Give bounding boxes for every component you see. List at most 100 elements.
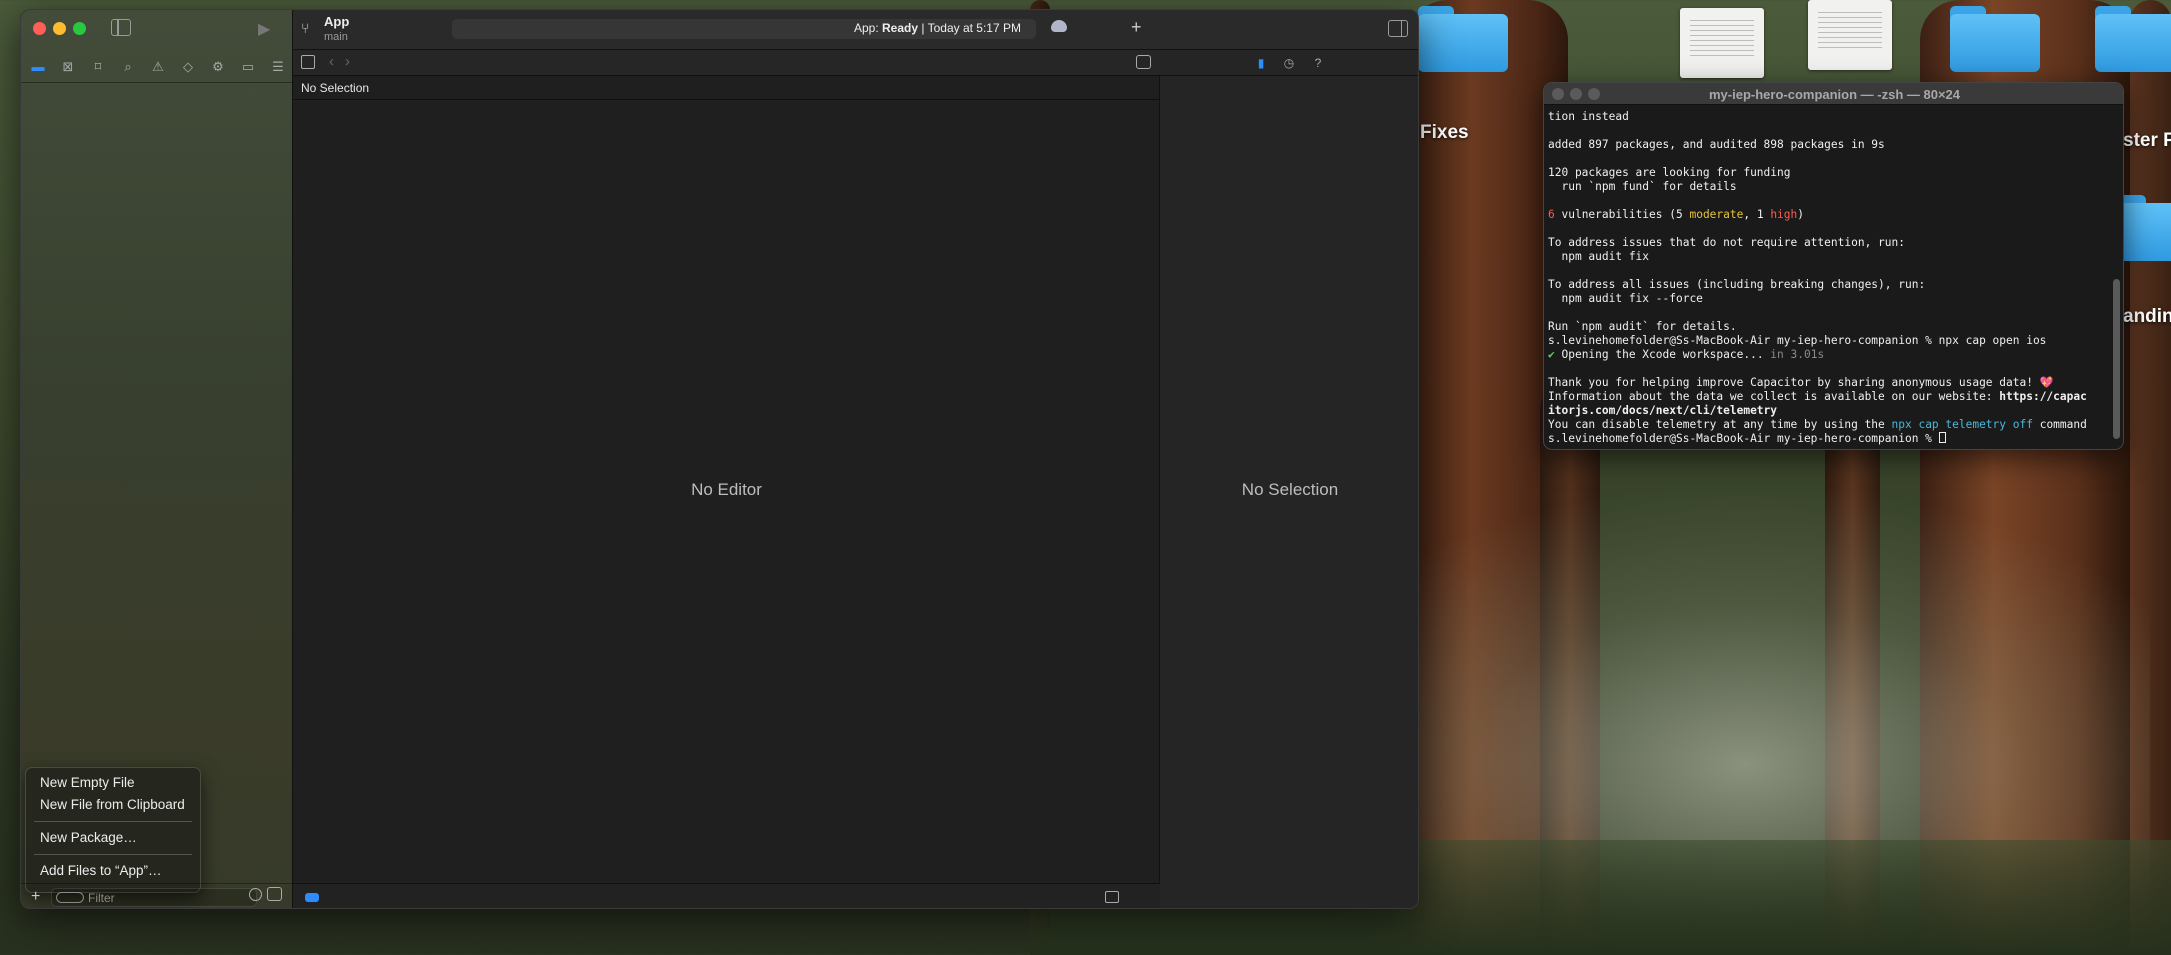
source-control-icon[interactable]: ⊠ — [59, 59, 77, 75]
terminal-text: npx cap telemetry off — [1891, 418, 2033, 431]
bookmark-icon[interactable]: ⌑ — [89, 59, 107, 75]
terminal-title: my-iep-hero-companion — -zsh — 80×24 — [1708, 87, 1961, 102]
filter-field[interactable] — [51, 888, 257, 907]
navigator-tabs: ▬ ⊠ ⌑ ⌕ ⚠ ◇ ⚙ ▭ ☰ — [21, 54, 293, 80]
desktop-folder-icon[interactable] — [1950, 6, 2040, 72]
terminal-text: added 897 packages, and audited 898 pack… — [1548, 138, 1885, 151]
terminal-text: ) — [1797, 208, 1805, 221]
filter-input[interactable] — [88, 890, 228, 906]
breadcrumb-text: No Selection — [301, 81, 370, 95]
add-icon[interactable]: + — [31, 888, 40, 906]
terminal-text: moderate — [1689, 208, 1744, 221]
menu-item-new-file-from-clipboard[interactable]: New File from Clipboard — [26, 794, 200, 816]
breadcrumb: No Selection — [293, 76, 1160, 100]
add-icon[interactable]: + — [1131, 17, 1142, 38]
folder-icon[interactable]: ▬ — [29, 59, 47, 75]
test-icon[interactable]: ◇ — [179, 59, 197, 75]
forward-arrow-icon[interactable]: › — [345, 53, 350, 70]
desktop-folder-label[interactable]: ster P — [2123, 130, 2171, 152]
terminal-output[interactable]: tion instead added 897 packages, and audi… — [1548, 110, 2108, 445]
menu-item-add-files[interactable]: Add Files to “App”… — [26, 860, 200, 882]
status-state: Ready — [882, 21, 919, 35]
terminal-text: To address issues that do not require at… — [1548, 236, 1905, 249]
debug-icon[interactable]: ⚙ — [209, 59, 227, 75]
desktop-folder-icon[interactable] — [2095, 6, 2171, 72]
terminal-line: ✔ Opening the Xcode workspace... in 3.01… — [1548, 348, 2108, 362]
window-toolbar: ⑂ App main App: Ready | Today at 5:17 PM… — [293, 10, 1160, 50]
terminal-line: 6 vulnerabilities (5 moderate, 1 high) — [1548, 208, 2108, 222]
console-toggle-icon[interactable] — [1105, 891, 1119, 903]
terminal-text: npm audit fix — [1548, 250, 1650, 263]
debug-area-toggle-icon[interactable] — [305, 893, 319, 902]
terminal-cursor — [1938, 432, 1946, 443]
terminal-text: s.levinehomefolder@Ss-MacBook-Air my-iep… — [1548, 432, 1939, 445]
terminal-text: 120 packages are looking for funding — [1548, 166, 1791, 179]
menu-item-new-empty-file[interactable]: New Empty File — [26, 772, 200, 794]
desktop-document-icon[interactable] — [1680, 8, 1764, 78]
minimize-button[interactable] — [53, 22, 66, 35]
menu-separator — [34, 821, 192, 822]
desktop-folder-icon[interactable] — [1418, 6, 1508, 72]
issue-icon[interactable]: ⚠ — [149, 59, 167, 75]
terminal-text: https://capac — [1999, 390, 2087, 403]
back-arrow-icon[interactable]: ‹ — [329, 53, 334, 70]
terminal-line: s.levinehomefolder@Ss-MacBook-Air my-iep… — [1548, 334, 2108, 348]
zoom-button[interactable] — [73, 22, 86, 35]
help-inspector-icon[interactable]: ? — [1311, 56, 1325, 70]
terminal-text: tion instead — [1548, 110, 1629, 123]
run-icon[interactable]: ▶ — [258, 19, 276, 38]
terminal-scrollbar[interactable] — [2113, 279, 2120, 439]
inspector-toggle-icon[interactable] — [1388, 20, 1408, 37]
cloud-icon[interactable] — [1051, 20, 1067, 32]
project-branch[interactable]: main — [324, 31, 348, 43]
menu-separator — [34, 854, 192, 855]
desktop-document-icon[interactable] — [1808, 0, 1892, 70]
report-icon[interactable]: ☰ — [269, 59, 287, 75]
terminal-text: 💖 — [2039, 376, 2054, 389]
no-editor-placeholder: No Editor — [691, 480, 762, 499]
history-inspector-icon[interactable]: ◷ — [1282, 56, 1296, 70]
terminal-line: To address all issues (including breakin… — [1548, 278, 2108, 292]
terminal-line: Run `npm audit` for details. — [1548, 320, 2108, 334]
terminal-text: command — [2032, 418, 2087, 431]
desktop-folder-label[interactable]: Fixes — [1420, 122, 1469, 144]
breakpoint-icon[interactable]: ▭ — [239, 59, 257, 75]
recent-files-icon[interactable] — [249, 888, 262, 901]
scm-filter-icon[interactable] — [267, 887, 282, 901]
terminal-text: Opening the Xcode workspace... — [1554, 348, 1771, 361]
terminal-text: npm audit fix --force — [1548, 292, 1703, 305]
terminal-text: run `npm fund` for details — [1548, 180, 1737, 193]
terminal-line: added 897 packages, and audited 898 pack… — [1548, 138, 2108, 152]
inspector-toolbar — [1160, 10, 1418, 50]
editor-area: ⑂ App main App: Ready | Today at 5:17 PM… — [293, 10, 1160, 908]
navigator-toggle-icon[interactable] — [111, 19, 131, 36]
inspector-placeholder: No Selection — [1241, 480, 1339, 499]
find-icon[interactable]: ⌕ — [119, 59, 137, 75]
file-inspector-icon[interactable]: ▮ — [1254, 56, 1268, 70]
menu-item-new-package[interactable]: New Package… — [26, 827, 200, 849]
jump-bar: ‹ › — [293, 50, 1160, 76]
terminal-line: 120 packages are looking for funding — [1548, 166, 2108, 180]
terminal-line: Thank you for helping improve Capacitor … — [1548, 376, 2108, 390]
activity-status: App: Ready | Today at 5:17 PM — [452, 19, 1036, 39]
terminal-window: my-iep-hero-companion — -zsh — 80×24 tio… — [1543, 82, 2124, 450]
project-name[interactable]: App — [324, 14, 349, 29]
terminal-line: run `npm fund` for details — [1548, 180, 2108, 194]
navigator-filter-bar: + — [21, 883, 293, 908]
filter-options-icon[interactable] — [56, 892, 84, 903]
split-editor-icon[interactable] — [1136, 55, 1151, 69]
related-items-icon[interactable] — [301, 55, 315, 69]
terminal-line: s.levinehomefolder@Ss-MacBook-Air my-iep… — [1548, 432, 2108, 445]
close-button[interactable] — [33, 22, 46, 35]
terminal-text: You can disable telemetry at any time by… — [1548, 418, 1892, 431]
terminal-line: You can disable telemetry at any time by… — [1548, 418, 2108, 432]
desktop-folder-label[interactable]: andin — [2123, 306, 2171, 328]
navigator-sidebar: ▶ ▬ ⊠ ⌑ ⌕ ⚠ ◇ ⚙ ▭ ☰ New Empty File New F… — [21, 10, 293, 908]
terminal-text: vulnerabilities (5 — [1554, 208, 1690, 221]
terminal-line: itorjs.com/docs/next/cli/telemetry — [1548, 404, 2108, 418]
